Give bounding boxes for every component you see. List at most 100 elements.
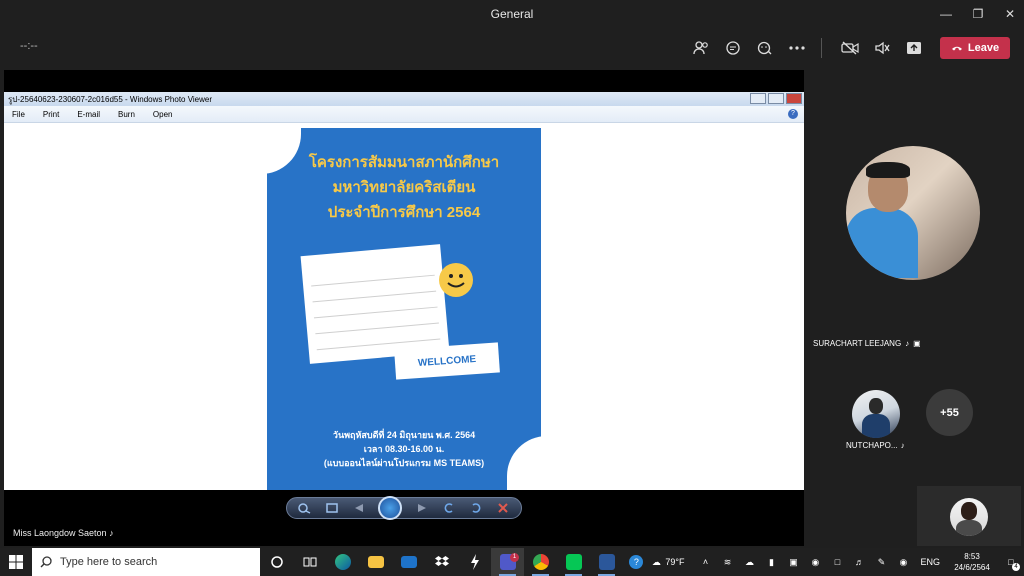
taskbar-search[interactable]: Type here to search — [32, 548, 260, 576]
cortana-icon[interactable] — [260, 548, 293, 576]
leave-label: Leave — [967, 42, 1000, 54]
battery-icon[interactable]: ▮ — [760, 548, 782, 576]
rotate-right-icon[interactable] — [468, 502, 484, 514]
app-icon[interactable] — [458, 548, 491, 576]
slideshow-button[interactable] — [378, 496, 403, 520]
edge-icon[interactable] — [326, 548, 359, 576]
notification-count: 4 — [1012, 563, 1020, 571]
teams-badge: 1 — [510, 553, 519, 562]
share-screen-icon[interactable] — [902, 36, 926, 60]
photo-viewer-controls — [286, 496, 522, 520]
rotate-left-icon[interactable] — [441, 502, 457, 514]
meeting-controls: Leave — [681, 36, 1010, 60]
meeting-toolbar: --:-- Leave — [0, 28, 1024, 68]
poster-footer: วันพฤหัสบดีที่ 24 มิถุนายน พ.ศ. 2564 เวล… — [267, 428, 541, 470]
pen-icon[interactable]: ✎ — [870, 548, 892, 576]
language-indicator[interactable]: ENG — [920, 557, 940, 567]
zoom-icon[interactable] — [297, 502, 313, 514]
leave-button[interactable]: Leave — [940, 37, 1010, 59]
cloud-icon[interactable]: ☁ — [738, 548, 760, 576]
welcome-banner: WELLCOME — [394, 342, 500, 380]
mic-off-icon[interactable] — [870, 36, 894, 60]
windows-taskbar: Type here to search 1 ? ☁ 79°F ˄ ≋ ☁ ▮ ▣… — [0, 548, 1024, 576]
poster-footer-line: เวลา 08.30-16.00 น. — [363, 444, 445, 454]
notifications-icon[interactable]: □ 4 — [998, 548, 1024, 576]
window-controls: — ❐ ✕ — [928, 0, 1024, 28]
poster-footer-line: (แบบออนไลน์ผ่านโปรแกรม MS TEAMS) — [323, 458, 485, 468]
poster-title: โครงการสัมมนาสภานักศึกษา มหาวิทยาลัยคริส… — [267, 150, 541, 225]
more-options-icon[interactable] — [785, 36, 809, 60]
presenter-name-text: Miss Laongdow Saeton — [13, 528, 107, 538]
more-participants-button[interactable]: +55 — [926, 389, 973, 436]
menu-file[interactable]: File — [12, 110, 25, 119]
task-view-icon[interactable] — [293, 548, 326, 576]
system-tray: ? ☁ 79°F ˄ ≋ ☁ ▮ ▣ ◉ □ ♬ ✎ ◉ ENG 8:53 24… — [625, 548, 1024, 576]
chat-icon[interactable] — [721, 36, 745, 60]
photo-viewer-titlebar: รูป-25640623-230607-2c016d55 - Windows P… — [4, 92, 804, 106]
self-view[interactable] — [917, 486, 1021, 546]
camera-icon[interactable]: ◉ — [804, 548, 826, 576]
participant-name: NUTCHAPO... — [846, 441, 898, 450]
weather-icon[interactable]: ☁ — [647, 548, 665, 576]
actual-size-icon[interactable] — [324, 502, 340, 514]
chat-icon[interactable]: □ — [826, 548, 848, 576]
photo-viewer-window-buttons — [750, 93, 802, 104]
weather-temp[interactable]: 79°F — [665, 557, 684, 567]
volume-icon[interactable]: ♬ — [848, 548, 870, 576]
clock[interactable]: 8:53 24/6/2564 — [946, 551, 998, 573]
minimize-button[interactable]: — — [932, 0, 960, 28]
line-icon[interactable] — [557, 548, 590, 576]
file-explorer-icon[interactable] — [359, 548, 392, 576]
search-icon — [40, 556, 52, 568]
participant-name: SURACHART LEEJANG — [813, 338, 902, 348]
word-icon[interactable] — [590, 548, 623, 576]
reactions-icon[interactable] — [753, 36, 777, 60]
photo-viewer-title: รูป-25640623-230607-2c016d55 - Windows P… — [8, 94, 213, 104]
chrome-icon[interactable] — [524, 548, 557, 576]
participant-video-surachart[interactable] — [846, 146, 980, 280]
shared-screen: รูป-25640623-230607-2c016d55 - Windows P… — [4, 70, 804, 546]
wifi-icon[interactable]: ◉ — [892, 548, 914, 576]
poster-title-line: โครงการสัมมนาสภานักศึกษา — [308, 154, 500, 171]
dropbox-icon[interactable] — [425, 548, 458, 576]
mail-icon[interactable] — [392, 548, 425, 576]
network-icon[interactable]: ≋ — [716, 548, 738, 576]
teams-icon[interactable]: 1 — [491, 548, 524, 576]
phone-hangup-icon — [951, 46, 962, 51]
next-icon[interactable] — [414, 502, 430, 514]
search-placeholder: Type here to search — [60, 556, 158, 568]
meeting-timer: --:-- — [20, 40, 38, 52]
maximize-button[interactable]: ❐ — [964, 0, 992, 28]
delete-icon[interactable] — [495, 502, 511, 514]
pv-maximize-button[interactable] — [768, 93, 784, 104]
start-button[interactable] — [0, 548, 32, 576]
clock-date: 24/6/2564 — [954, 563, 990, 572]
participant-name-tag: SURACHART LEEJANG ♪ ▣ — [813, 336, 921, 350]
menu-burn[interactable]: Burn — [118, 110, 135, 119]
display-icon[interactable]: ▣ — [782, 548, 804, 576]
agenda-paper — [300, 244, 450, 364]
mic-off-icon: ♪ — [905, 338, 910, 348]
mic-off-icon: ♪ — [109, 528, 114, 538]
previous-icon[interactable] — [351, 502, 367, 514]
help-icon[interactable]: ? — [625, 548, 647, 576]
menu-print[interactable]: Print — [43, 110, 59, 119]
clock-time: 8:53 — [964, 552, 980, 561]
window-title: General — [490, 7, 534, 21]
participant-avatar-nutchapo[interactable] — [852, 390, 900, 438]
pv-minimize-button[interactable] — [750, 93, 766, 104]
teams-window: General — ❐ ✕ --:-- Leave รูป-25640623-2… — [0, 0, 1024, 576]
close-button[interactable]: ✕ — [996, 0, 1024, 28]
menu-email[interactable]: E-mail — [77, 110, 100, 119]
participant-name-tag: NUTCHAPO... ♪ — [846, 441, 905, 450]
menu-open[interactable]: Open — [153, 110, 173, 119]
pv-close-button[interactable] — [786, 93, 802, 104]
help-icon[interactable]: ? — [788, 109, 798, 119]
participants-icon[interactable] — [689, 36, 713, 60]
poster-title-line: ประจำปีการศึกษา 2564 — [327, 204, 481, 221]
title-bar: General — ❐ ✕ — [0, 0, 1024, 28]
camera-off-icon[interactable] — [838, 36, 862, 60]
pinned-icon: ▣ — [913, 338, 921, 348]
chevron-up-icon[interactable]: ˄ — [694, 548, 716, 576]
seminar-poster: โครงการสัมมนาสภานักศึกษา มหาวิทยาลัยคริส… — [267, 128, 541, 490]
